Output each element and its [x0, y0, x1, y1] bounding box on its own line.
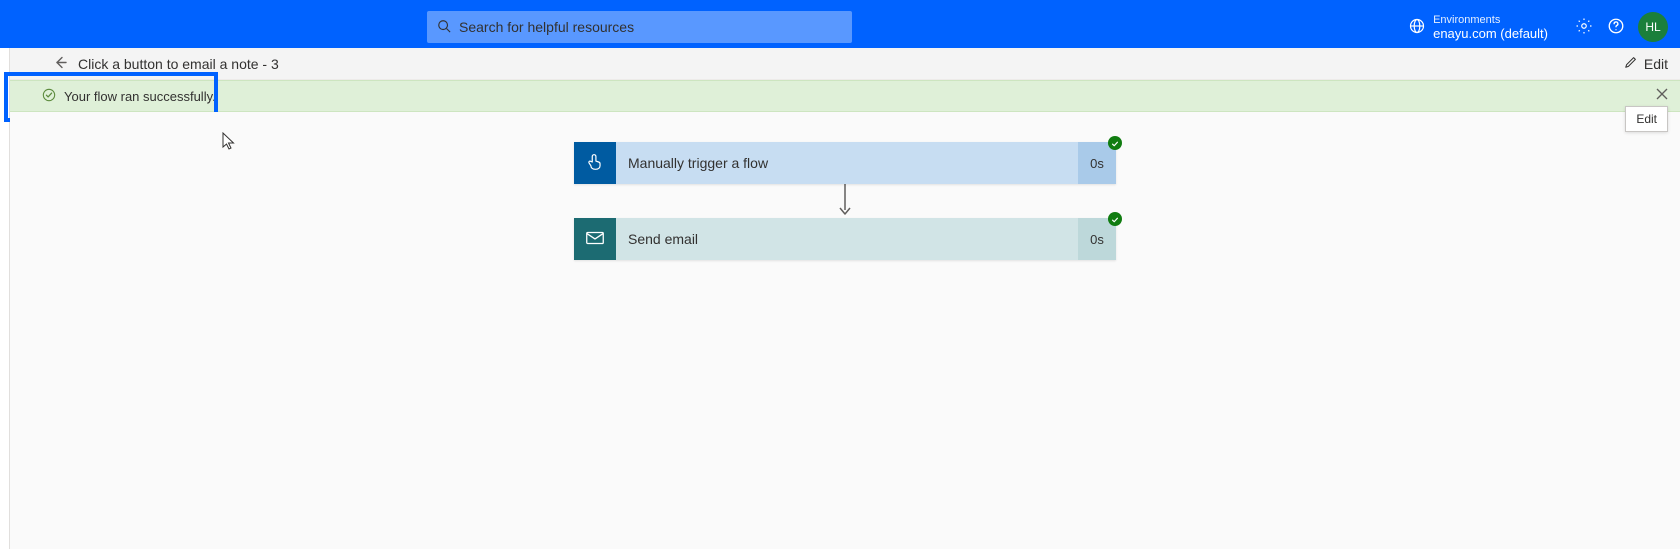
flow-connector [574, 184, 1116, 218]
command-bar: Click a button to email a note - 3 Edit [10, 48, 1680, 80]
status-success-badge [1108, 212, 1122, 226]
close-icon [1656, 88, 1668, 103]
help-icon [1607, 17, 1625, 38]
avatar-initials: HL [1645, 20, 1660, 34]
cursor-icon [222, 132, 236, 153]
touch-icon [584, 151, 606, 176]
step-label: Send email [616, 218, 1078, 260]
banner-close-button[interactable] [1656, 88, 1668, 103]
avatar[interactable]: HL [1638, 12, 1668, 42]
mail-icon [584, 227, 606, 252]
environment-icon [1409, 18, 1425, 37]
flow-step-trigger[interactable]: Manually trigger a flow 0s [574, 142, 1116, 184]
status-success-badge [1108, 136, 1122, 150]
top-header: Environments enayu.com (default) HL [0, 0, 1680, 48]
check-circle-icon [42, 88, 56, 105]
step-label: Manually trigger a flow [616, 142, 1078, 184]
edit-tooltip-text: Edit [1636, 112, 1657, 126]
checkmark-icon [1111, 135, 1119, 151]
flow-canvas: Manually trigger a flow 0s [10, 112, 1680, 549]
arrow-down-icon [838, 184, 852, 219]
search-box[interactable] [427, 11, 852, 43]
edit-label: Edit [1644, 56, 1668, 72]
page-title: Click a button to email a note - 3 [78, 56, 279, 72]
banner-message: Your flow ran successfully. [64, 89, 216, 104]
edit-tooltip: Edit [1625, 106, 1668, 132]
arrow-left-icon [52, 57, 68, 73]
search-input[interactable] [459, 19, 842, 35]
checkmark-icon [1111, 211, 1119, 227]
success-banner: Your flow ran successfully. [10, 80, 1680, 112]
environment-picker[interactable]: Environments enayu.com (default) [1409, 13, 1548, 41]
environment-value: enayu.com (default) [1433, 27, 1548, 41]
search-icon [437, 19, 451, 36]
gear-icon [1575, 17, 1593, 38]
flow-step-action[interactable]: Send email 0s [574, 218, 1116, 260]
edit-button[interactable]: Edit [1624, 55, 1668, 72]
back-button[interactable] [52, 54, 68, 73]
environments-label: Environments [1433, 13, 1548, 27]
help-button[interactable] [1600, 11, 1632, 43]
settings-button[interactable] [1568, 11, 1600, 43]
left-rail-collapsed[interactable] [0, 48, 10, 549]
pencil-icon [1624, 55, 1638, 72]
